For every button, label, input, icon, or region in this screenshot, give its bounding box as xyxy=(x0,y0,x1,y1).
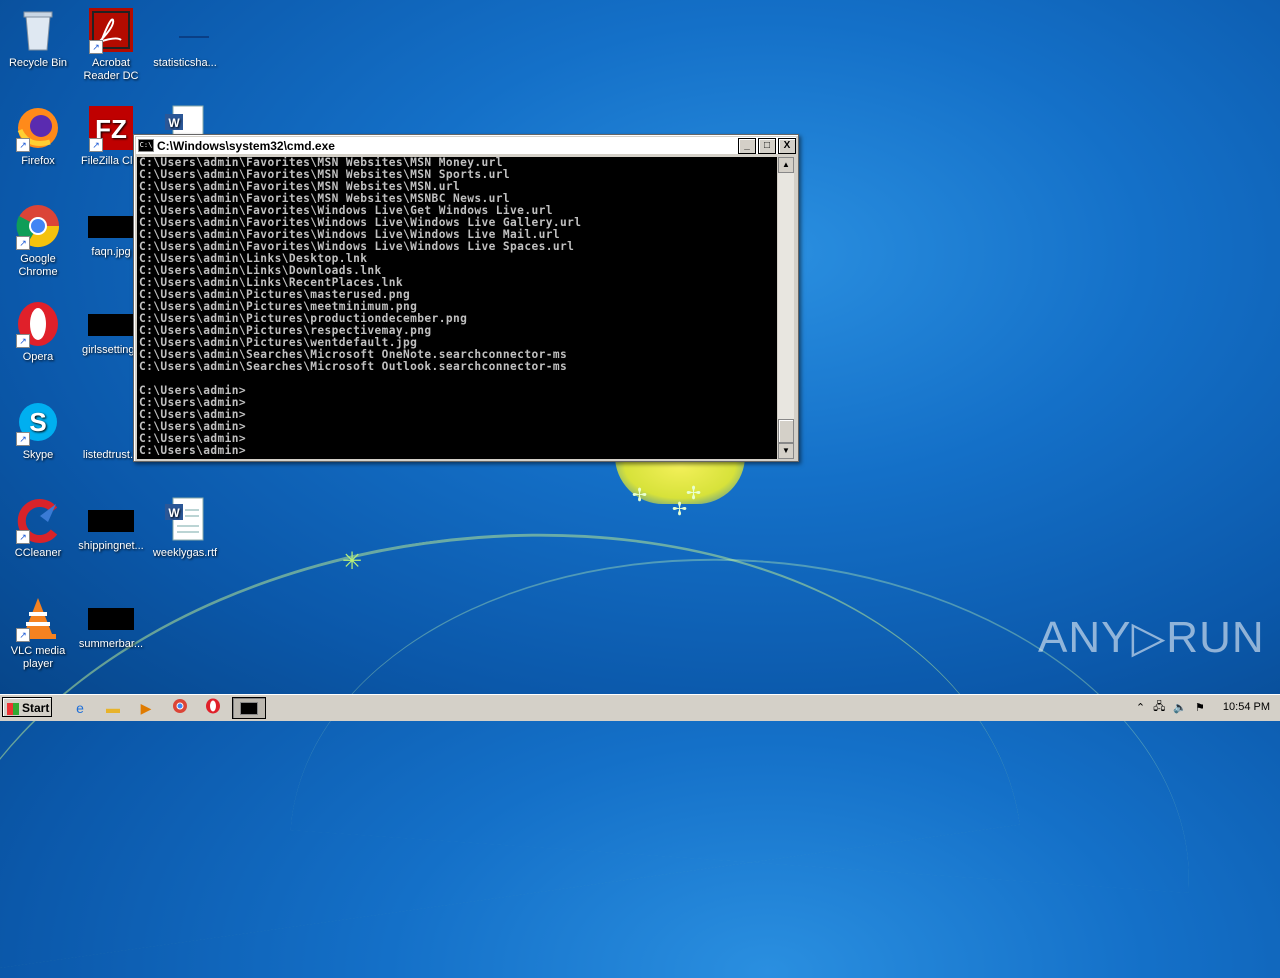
shortcut-arrow-icon: ↗ xyxy=(16,628,30,642)
desktop-icon-label: Firefox xyxy=(21,155,55,167)
shortcut-arrow-icon: ↗ xyxy=(89,138,103,152)
filezilla-icon: FZ ↗ xyxy=(87,104,135,152)
cmd-window-title: C:\Windows\system32\cmd.exe xyxy=(157,138,335,153)
image-thumbnail xyxy=(88,510,134,532)
desktop-icon-firefox[interactable]: ↗ Firefox xyxy=(0,104,76,168)
desktop-icon-acrobat[interactable]: ↗ Acrobat Reader DC xyxy=(73,6,149,83)
desktop-icon-vlc[interactable]: ↗ VLC media player xyxy=(0,594,76,671)
desktop-icon-label: VLC media player xyxy=(10,645,66,670)
scroll-down-arrow-icon[interactable]: ▼ xyxy=(778,443,794,459)
sparkle: ✢ xyxy=(686,483,702,503)
opera-icon: ↗ xyxy=(14,300,62,348)
desktop-icon-opera[interactable]: ↗ Opera xyxy=(0,300,76,364)
taskbar-item-cmd[interactable] xyxy=(232,697,266,719)
desktop-icon-summerbar[interactable]: summerbar... xyxy=(73,594,149,651)
start-label: Start xyxy=(22,701,50,715)
desktop-icon-statistics[interactable]: statisticsha... xyxy=(147,6,223,70)
desktop-icon-label: shippingnet... xyxy=(78,540,144,552)
firefox-icon: ↗ xyxy=(14,104,62,152)
chrome-icon[interactable] xyxy=(170,698,190,718)
ccleaner-icon: ↗ xyxy=(14,496,62,544)
word-document-icon: W xyxy=(161,104,209,134)
skype-icon: S ↗ xyxy=(14,398,62,446)
minimize-button[interactable]: _ xyxy=(738,137,756,154)
internet-explorer-icon[interactable]: e xyxy=(70,698,90,718)
file-icon xyxy=(87,398,135,446)
image-thumbnail xyxy=(88,314,134,336)
cmd-titlebar[interactable]: C:\ C:\Windows\system32\cmd.exe _ □ X xyxy=(136,137,796,154)
action-center-flag-icon[interactable]: ⚑ xyxy=(1195,701,1205,714)
image-thumbnail xyxy=(88,608,134,630)
desktop-icon-label: Recycle Bin xyxy=(8,57,68,69)
image-thumbnail xyxy=(88,216,134,238)
windows-flag-icon xyxy=(7,702,19,715)
cmd-window[interactable]: C:\ C:\Windows\system32\cmd.exe _ □ X C:… xyxy=(133,134,799,462)
console-app-icon[interactable]: C:\ xyxy=(138,139,154,152)
network-icon[interactable]: 🖧 xyxy=(1153,698,1165,717)
taskbar: Start e ▬ ▶ ⌃ 🖧 🔈 ⚑ 10:54 PM xyxy=(0,694,1280,721)
console-output[interactable]: C:\Users\admin\Favorites\MSN Websites\MS… xyxy=(137,157,777,459)
desktop-icon-chrome[interactable]: ↗ Google Chrome xyxy=(0,202,76,279)
show-hidden-icons-icon[interactable]: ⌃ xyxy=(1136,701,1145,714)
shortcut-arrow-icon: ↗ xyxy=(16,432,30,446)
chrome-icon: ↗ xyxy=(14,202,62,250)
desktop-icon-label: CCleaner xyxy=(14,547,62,559)
sparkle: ✢ xyxy=(672,499,688,519)
console-app-icon xyxy=(240,702,258,715)
desktop-icon-label: Google Chrome xyxy=(18,253,58,278)
system-tray: ⌃ 🖧 🔈 ⚑ 10:54 PM xyxy=(1128,697,1276,717)
desktop-icon-shippingnet[interactable]: shippingnet... xyxy=(73,496,149,553)
shortcut-arrow-icon: ↗ xyxy=(89,40,103,54)
vertical-scrollbar[interactable]: ▲ ▼ xyxy=(778,157,794,459)
volume-icon[interactable]: 🔈 xyxy=(1173,701,1187,714)
desktop-icon-label: Acrobat Reader DC xyxy=(83,57,139,82)
scroll-thumb[interactable] xyxy=(778,419,794,443)
svg-text:W: W xyxy=(168,506,180,520)
maximize-button[interactable]: □ xyxy=(758,137,776,154)
close-button[interactable]: X xyxy=(778,137,796,154)
desktop-icon-label: Skype xyxy=(22,449,54,461)
svg-text:S: S xyxy=(29,407,46,437)
media-player-icon[interactable]: ▶ xyxy=(136,698,156,718)
recycle-bin-icon xyxy=(14,6,62,54)
desktop-icon-recycle-bin[interactable]: Recycle Bin xyxy=(0,6,76,70)
shortcut-arrow-icon: ↗ xyxy=(16,530,30,544)
desktop-icon-label: summerbar... xyxy=(78,638,144,650)
acrobat-icon: ↗ xyxy=(87,6,135,54)
file-icon xyxy=(161,6,221,54)
vlc-cone-icon: ↗ xyxy=(14,594,62,642)
folder-icon[interactable]: ▬ xyxy=(103,698,123,718)
shortcut-arrow-icon: ↗ xyxy=(16,138,30,152)
scroll-up-arrow-icon[interactable]: ▲ xyxy=(778,157,794,173)
start-button[interactable]: Start xyxy=(2,697,52,717)
svg-text:W: W xyxy=(168,116,180,130)
desktop-icon-label: Opera xyxy=(22,351,54,363)
anyrun-watermark: ANY▷RUN xyxy=(1038,613,1265,662)
desktop-icon-weeklygas[interactable]: W weeklygas.rtf xyxy=(147,496,223,560)
desktop-icon-label: weeklygas.rtf xyxy=(152,547,218,559)
shortcut-arrow-icon: ↗ xyxy=(16,334,30,348)
sparkle: ✳ xyxy=(342,548,363,575)
word-document-icon: W xyxy=(161,496,209,544)
console-text: C:\Users\admin\Favorites\MSN Websites\MS… xyxy=(139,157,582,457)
opera-icon[interactable] xyxy=(203,698,223,718)
desktop-icon-label: statisticsha... xyxy=(153,57,217,69)
desktop-icon-word-doc[interactable]: W xyxy=(147,104,223,134)
desktop-icon-skype[interactable]: S ↗ Skype xyxy=(0,398,76,462)
desktop-icon-ccleaner[interactable]: ↗ CCleaner xyxy=(0,496,76,560)
sparkle: ✢ xyxy=(632,485,648,505)
shortcut-arrow-icon: ↗ xyxy=(16,236,30,250)
clock[interactable]: 10:54 PM xyxy=(1223,701,1270,713)
